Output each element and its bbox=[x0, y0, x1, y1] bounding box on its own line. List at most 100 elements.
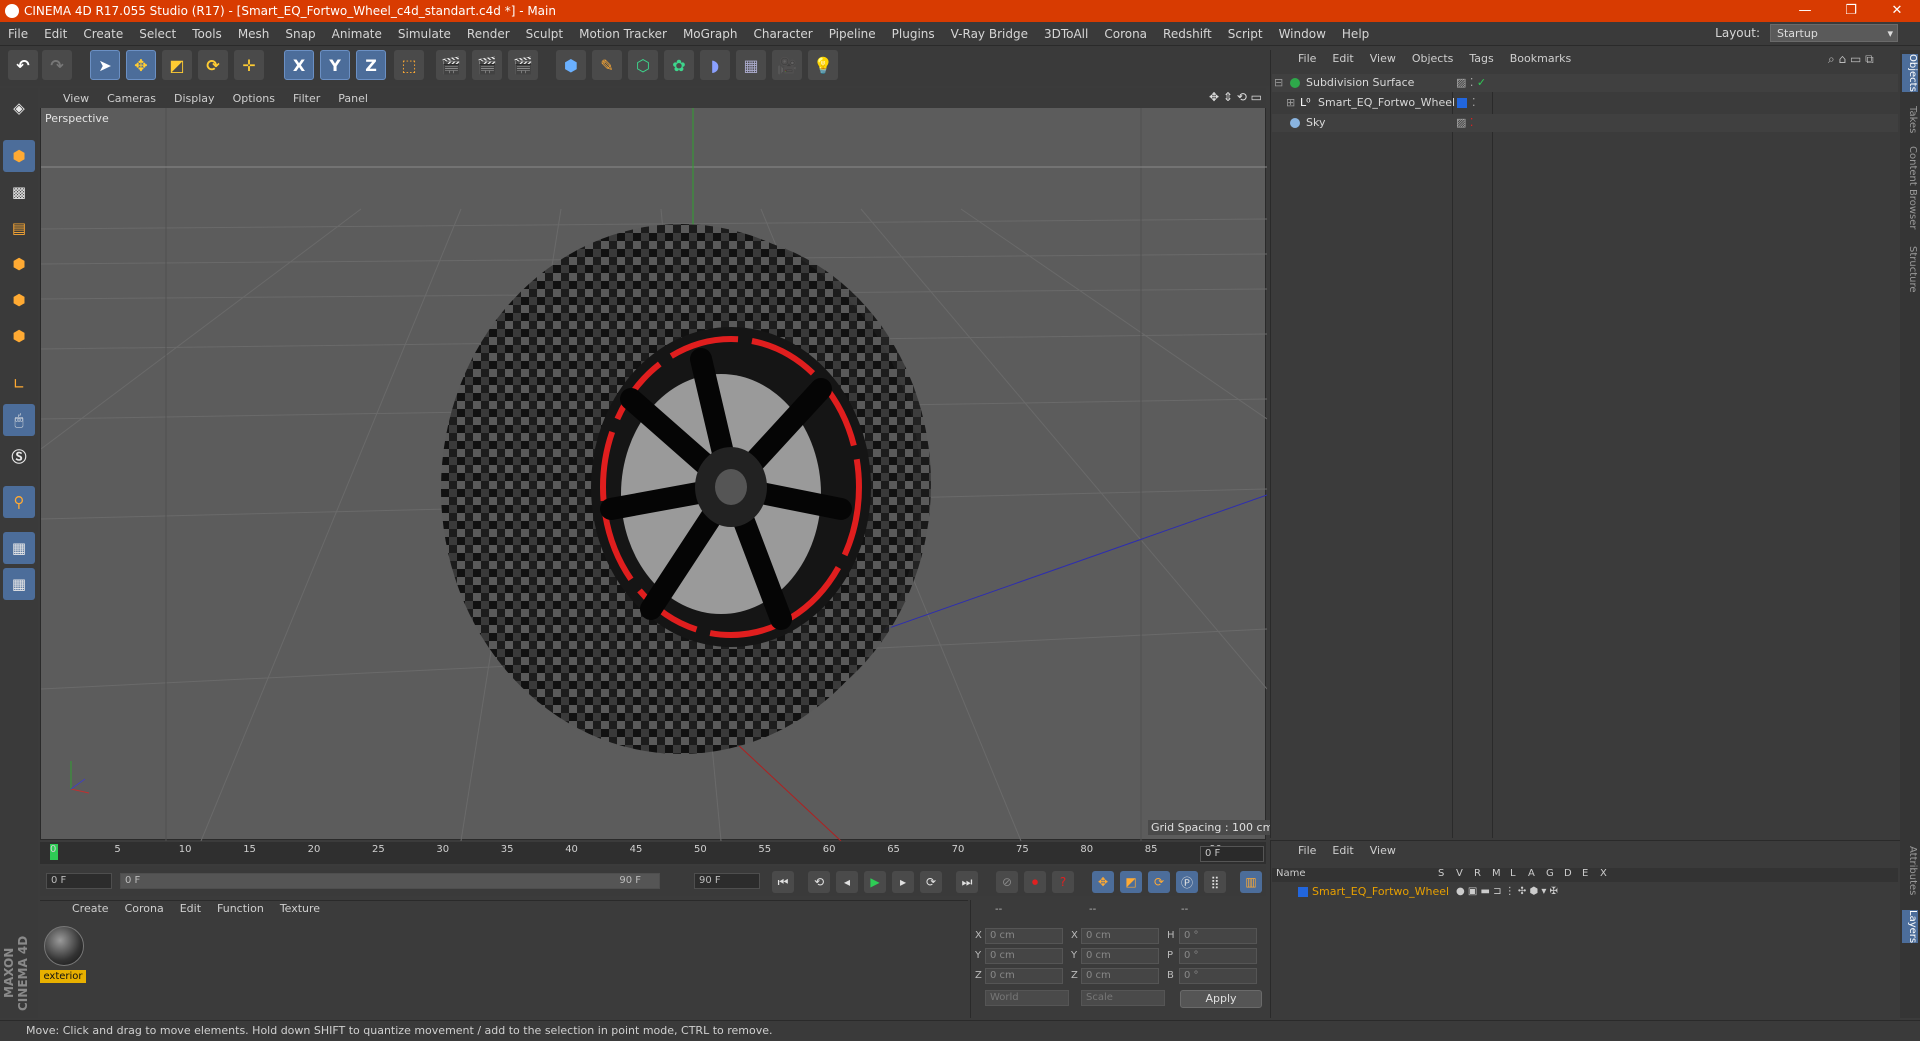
motion-path-icon[interactable]: ⊘ bbox=[996, 871, 1018, 893]
layer-header-m[interactable]: M bbox=[1492, 868, 1501, 879]
camera-icon[interactable]: 🎥 bbox=[772, 50, 802, 80]
current-frame-field[interactable]: 0 F bbox=[1200, 846, 1264, 862]
menu-file[interactable]: File bbox=[0, 27, 36, 41]
make-editable-icon[interactable]: ◈ bbox=[3, 92, 35, 124]
mograph-cloner-icon[interactable]: ✿ bbox=[664, 50, 694, 80]
layer-row[interactable]: Smart_EQ_Fortwo_Wheel ● ▣ ▬ ⊐ ⋮ ✣ ⬢ ▾ ✠ bbox=[1272, 884, 1898, 900]
x-axis-lock-button[interactable]: X bbox=[284, 50, 314, 80]
coordinate-mode-select[interactable]: World bbox=[985, 990, 1069, 1006]
menu-motion-tracker[interactable]: Motion Tracker bbox=[571, 27, 675, 41]
subdivision-surface-icon[interactable]: ⬡ bbox=[628, 50, 658, 80]
size-z-field[interactable]: 0 cm bbox=[1081, 968, 1159, 984]
viewport-nav-icons[interactable]: ✥ ⇕ ⟲ ▭ bbox=[1209, 90, 1262, 104]
layer-header-d[interactable]: D bbox=[1564, 868, 1572, 879]
play-forward-icon[interactable]: ▶ bbox=[864, 871, 886, 893]
next-frame-icon[interactable]: ▸ bbox=[892, 871, 914, 893]
viewport-menu-cameras[interactable]: Cameras bbox=[98, 92, 165, 105]
layer-menu-file[interactable]: File bbox=[1290, 844, 1324, 857]
layer-header-e[interactable]: E bbox=[1582, 868, 1588, 879]
timeline-ruler[interactable]: 051015202530354045505560657075808590 bbox=[40, 842, 1266, 864]
object-menu-bookmarks[interactable]: Bookmarks bbox=[1502, 52, 1579, 65]
menu-sculpt[interactable]: Sculpt bbox=[518, 27, 571, 41]
visibility-toggle-icon[interactable]: ▨ ⁚ ✓ bbox=[1456, 74, 1486, 92]
workplane-lock-icon[interactable]: ▦ bbox=[3, 532, 35, 564]
close-button[interactable]: ✕ bbox=[1874, 0, 1920, 22]
render-picture-viewer-icon[interactable]: 🎬 bbox=[472, 50, 502, 80]
workplane-mode-icon[interactable]: ▤ bbox=[3, 212, 35, 244]
next-key-icon[interactable]: ⟳ bbox=[920, 871, 942, 893]
object-menu-view[interactable]: View bbox=[1362, 52, 1404, 65]
layer-tag-icon[interactable] bbox=[1457, 98, 1467, 108]
material-menu-create[interactable]: Create bbox=[64, 902, 117, 915]
material-menu-corona[interactable]: Corona bbox=[117, 902, 172, 915]
object-menu-objects[interactable]: Objects bbox=[1404, 52, 1462, 65]
rotate-tool-icon[interactable]: ⟳ bbox=[198, 50, 228, 80]
model-mode-icon[interactable]: ⬢ bbox=[3, 140, 35, 172]
tab-content-browser[interactable]: Content Browser bbox=[1902, 146, 1918, 229]
floor-icon[interactable]: ▦ bbox=[736, 50, 766, 80]
axis-mode-icon[interactable]: ∟ bbox=[3, 368, 35, 400]
start-frame-field[interactable]: 0 F bbox=[46, 873, 112, 889]
redo-icon[interactable]: ↷ bbox=[42, 50, 72, 80]
scale-tool-icon[interactable]: ◩ bbox=[162, 50, 192, 80]
visibility-toggle-icon[interactable]: ▨ ⁚ bbox=[1456, 114, 1473, 132]
coordinate-system-icon[interactable]: ⬚ bbox=[394, 50, 424, 80]
object-search-icons[interactable]: ⌕ ⌂ ▭ ⧉ bbox=[1828, 52, 1874, 67]
render-view-icon[interactable]: 🎬 bbox=[436, 50, 466, 80]
z-axis-lock-button[interactable]: Z bbox=[356, 50, 386, 80]
menu-animate[interactable]: Animate bbox=[324, 27, 390, 41]
menu-create[interactable]: Create bbox=[75, 27, 131, 41]
viewport-menu-filter[interactable]: Filter bbox=[284, 92, 329, 105]
expand-icon[interactable]: ⊞ bbox=[1286, 94, 1295, 112]
key-rotation-icon[interactable]: ⟳ bbox=[1148, 871, 1170, 893]
layer-menu-view[interactable]: View bbox=[1362, 844, 1404, 857]
layer-header-name[interactable]: Name bbox=[1276, 868, 1306, 879]
go-to-start-icon[interactable]: ⏮ bbox=[772, 871, 794, 893]
layer-header-a[interactable]: A bbox=[1528, 868, 1535, 879]
menu-script[interactable]: Script bbox=[1220, 27, 1271, 41]
object-row-subdivision-surface[interactable]: ⊟ Subdivision Surface ▨ ⁚ ✓ bbox=[1272, 74, 1898, 92]
previous-frame-icon[interactable]: ◂ bbox=[836, 871, 858, 893]
rotation-p-field[interactable]: 0 ° bbox=[1179, 948, 1257, 964]
render-settings-icon[interactable]: 🎬 bbox=[508, 50, 538, 80]
key-parameter-icon[interactable]: Ⓟ bbox=[1176, 871, 1198, 893]
frame-range-slider[interactable]: 0 F 90 F bbox=[120, 873, 660, 889]
viewport-menu-display[interactable]: Display bbox=[165, 92, 224, 105]
snap-icon[interactable]: Ⓢ bbox=[3, 440, 35, 472]
minimize-button[interactable]: — bbox=[1782, 0, 1828, 22]
cube-primitive-icon[interactable]: ⬢ bbox=[556, 50, 586, 80]
menu-character[interactable]: Character bbox=[745, 27, 820, 41]
menu-help[interactable]: Help bbox=[1334, 27, 1377, 41]
layer-toggle-icons[interactable]: ● ▣ ▬ ⊐ ⋮ ✣ ⬢ ▾ ✠ bbox=[1456, 884, 1558, 900]
planar-workplane-icon[interactable]: ▦ bbox=[3, 568, 35, 600]
menu-snap[interactable]: Snap bbox=[277, 27, 323, 41]
light-icon[interactable]: 💡 bbox=[808, 50, 838, 80]
viewport-menu-panel[interactable]: Panel bbox=[329, 92, 377, 105]
menu-pipeline[interactable]: Pipeline bbox=[821, 27, 884, 41]
menu-v-ray-bridge[interactable]: V-Ray Bridge bbox=[943, 27, 1036, 41]
position-y-field[interactable]: 0 cm bbox=[985, 948, 1063, 964]
autokey-icon[interactable]: ? bbox=[1052, 871, 1074, 893]
material-preview[interactable] bbox=[44, 926, 84, 966]
tab-attributes[interactable]: Attributes bbox=[1902, 846, 1918, 895]
menu-simulate[interactable]: Simulate bbox=[390, 27, 459, 41]
object-menu-edit[interactable]: Edit bbox=[1324, 52, 1361, 65]
wheel-model[interactable] bbox=[441, 224, 931, 754]
apply-button[interactable]: Apply bbox=[1180, 990, 1262, 1008]
menu-mograph[interactable]: MoGraph bbox=[675, 27, 746, 41]
layer-header-x[interactable]: X bbox=[1600, 868, 1607, 879]
material-menu-edit[interactable]: Edit bbox=[172, 902, 209, 915]
timeline-window-icon[interactable]: ▥ bbox=[1240, 871, 1262, 893]
edges-mode-icon[interactable]: ⬢ bbox=[3, 284, 35, 316]
deformer-icon[interactable]: ◗ bbox=[700, 50, 730, 80]
menu-window[interactable]: Window bbox=[1271, 27, 1334, 41]
undo-icon[interactable]: ↶ bbox=[8, 50, 38, 80]
viewport-menu-options[interactable]: Options bbox=[224, 92, 284, 105]
layer-header-v[interactable]: V bbox=[1456, 868, 1463, 879]
menu-redshift[interactable]: Redshift bbox=[1155, 27, 1220, 41]
tab-objects[interactable]: Objects bbox=[1902, 54, 1918, 92]
tab-layers[interactable]: Layers bbox=[1902, 910, 1918, 944]
menu-corona[interactable]: Corona bbox=[1096, 27, 1155, 41]
material-menu-texture[interactable]: Texture bbox=[272, 902, 328, 915]
move-tool-icon[interactable]: ✥ bbox=[126, 50, 156, 80]
